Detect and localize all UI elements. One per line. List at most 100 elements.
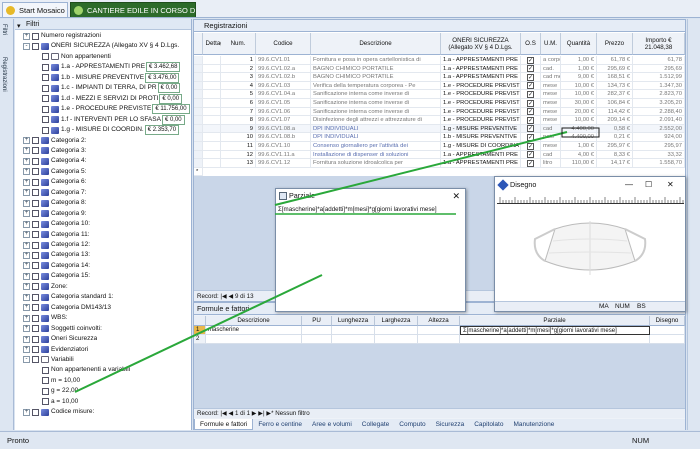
expand-icon[interactable]: -	[23, 356, 30, 364]
details-cell[interactable]	[203, 150, 221, 160]
formule-column-header[interactable]: PU	[302, 316, 332, 326]
tree-checkbox[interactable]	[32, 210, 39, 218]
tree-item[interactable]: 1.e - PROCEDURE PREVISTE € 11.756,00	[33, 104, 190, 115]
tree-checkbox[interactable]	[42, 377, 49, 385]
tree-item[interactable]: + Categoria 2:	[23, 136, 86, 146]
formule-len-cell[interactable]	[332, 326, 375, 335]
tree-checkbox[interactable]	[32, 293, 39, 301]
os-checkbox[interactable]: ✓	[527, 125, 534, 133]
expand-icon[interactable]: +	[23, 168, 30, 176]
tree-item[interactable]: + Categoria 8:	[23, 198, 86, 208]
tree-item[interactable]: + Categoria 3:	[23, 146, 86, 156]
tree-item[interactable]: - ONERI SICUREZZA (Allegato XV § 4 D.Lgs.	[23, 41, 179, 51]
side-regs-label[interactable]: Registrazioni	[1, 57, 7, 92]
table-row[interactable]: 13 99.6.CV1.12 Fornitura soluzione idroalc…	[194, 159, 685, 168]
row-selector[interactable]	[194, 81, 203, 91]
row-selector[interactable]	[194, 99, 203, 108]
expand-icon[interactable]: +	[23, 231, 30, 239]
formule-hei-cell[interactable]	[418, 326, 460, 335]
tree-checkbox[interactable]	[32, 346, 39, 353]
formule-column-header[interactable]: Descrizione	[206, 316, 302, 326]
expand-icon[interactable]: +	[23, 157, 30, 165]
tree-item[interactable]: + Categoria 9:	[23, 209, 86, 219]
tree-item[interactable]: + Categoria 11:	[23, 230, 90, 240]
tree-checkbox[interactable]	[32, 137, 39, 144]
row-selector[interactable]	[194, 159, 203, 168]
formule-column-header[interactable]: Larghezza	[375, 316, 418, 326]
formule-row-number[interactable]: 1	[194, 326, 206, 335]
details-cell[interactable]	[203, 56, 221, 65]
expand-icon[interactable]: +	[23, 199, 30, 207]
table-row[interactable]: 10 99.6.CV1.08.b DPI INDIVIDUALI 1.b - MISU…	[194, 133, 685, 142]
expand-icon[interactable]: +	[23, 137, 30, 144]
tree-checkbox[interactable]	[32, 251, 39, 259]
tree-item[interactable]: 1.g - MISURE DI COORDIN. € 2.353,70	[33, 125, 180, 136]
expand-icon[interactable]: +	[23, 241, 30, 249]
close-icon[interactable]: ✕	[452, 189, 460, 203]
formule-parziale-cell[interactable]: Σ[mascherine]*a[addetti]*m[mesi]*g[giorn…	[460, 326, 650, 335]
details-cell[interactable]	[203, 90, 221, 99]
details-cell[interactable]	[203, 124, 221, 134]
tree-checkbox[interactable]	[32, 325, 39, 333]
tree-checkbox[interactable]	[42, 53, 49, 61]
table-row[interactable]: 2 99.6.CV1.02.a BAGNO CHIMICO PORTATILE 1.a…	[194, 64, 685, 74]
tree-checkbox[interactable]	[32, 220, 39, 228]
tree-checkbox[interactable]	[42, 95, 49, 103]
tree-checkbox[interactable]	[42, 84, 49, 92]
expand-icon[interactable]: +	[23, 293, 30, 301]
row-selector[interactable]	[194, 73, 203, 82]
tree-item[interactable]: + Categoria 6:	[23, 177, 86, 187]
tab-start-mosaico[interactable]: Start Mosaico	[2, 2, 68, 17]
tree-item[interactable]: + Categoria 15:	[23, 271, 90, 281]
tree-item[interactable]: + Zone:	[23, 282, 68, 292]
row-selector[interactable]	[194, 124, 203, 134]
column-header[interactable]: Quantità	[561, 33, 597, 55]
expand-icon[interactable]: +	[23, 272, 30, 280]
column-header[interactable]: Descrizione	[311, 33, 441, 55]
formule-column-header[interactable]: Parziale	[460, 316, 650, 326]
tree-checkbox[interactable]	[42, 126, 49, 134]
tree-item[interactable]: + Categoria 12:	[23, 240, 90, 250]
table-row[interactable]: 7 99.6.CV1.06 Sanificazione interna come i…	[194, 107, 685, 117]
os-checkbox[interactable]: ✓	[527, 142, 534, 150]
tree-item[interactable]: Non appartenenti a variabili	[33, 365, 130, 375]
row-selector[interactable]	[194, 90, 203, 99]
tree-checkbox[interactable]	[32, 408, 39, 416]
os-checkbox[interactable]: ✓	[527, 159, 534, 167]
row-selector[interactable]	[194, 116, 203, 125]
os-checkbox[interactable]: ✓	[527, 116, 534, 124]
tree-item[interactable]: + Soggetti coinvolti:	[23, 324, 102, 334]
expand-icon[interactable]: +	[23, 251, 30, 259]
tree-item[interactable]: + Categoria 7:	[23, 188, 86, 198]
tree-checkbox[interactable]	[32, 356, 39, 364]
row-selector[interactable]	[194, 64, 203, 74]
column-header[interactable]: Codice	[256, 33, 311, 55]
os-checkbox[interactable]: ✓	[527, 65, 534, 73]
tree-item[interactable]: + Categoria 14:	[23, 261, 90, 271]
expand-icon[interactable]: +	[23, 210, 30, 218]
column-header[interactable]: ONERI SICUREZZA (Allegato XV § 4 D.Lgs.	[441, 33, 521, 55]
table-row[interactable]: 9 99.6.CV1.08.a DPI INDIVIDUALI 1.g - MISUR…	[194, 124, 685, 134]
expand-icon[interactable]: +	[23, 283, 30, 291]
tree-checkbox[interactable]	[32, 335, 39, 343]
tree-checkbox[interactable]	[42, 63, 49, 71]
formule-row-number[interactable]: 2	[194, 335, 206, 344]
tree-item[interactable]: + Categoria 13:	[23, 250, 90, 260]
tree-checkbox[interactable]	[42, 116, 49, 124]
tree-item[interactable]: + Categoria 10:	[23, 219, 90, 229]
formule-len-cell[interactable]	[332, 335, 375, 344]
tree-item[interactable]: 1.f - INTERVENTI PER LO SFASA € 0,00	[33, 114, 185, 125]
tree-item[interactable]: 1.b - MISURE PREVENTIVE € 3.476,00	[33, 72, 180, 83]
tree-checkbox[interactable]	[42, 387, 49, 395]
expand-icon[interactable]: +	[23, 314, 30, 322]
tree-checkbox[interactable]	[32, 241, 39, 249]
tree-item[interactable]: + Codice misure:	[23, 407, 94, 417]
formule-column-header[interactable]: Lunghezza	[332, 316, 375, 326]
maximize-icon[interactable]: ☐	[645, 177, 652, 192]
expand-icon[interactable]: +	[23, 325, 30, 333]
tree-checkbox[interactable]	[32, 283, 39, 291]
tree-item[interactable]: 1.d - MEZZI E SERVIZI DI PROTI € 0,00	[33, 93, 183, 104]
tree-item[interactable]: + WBS:	[23, 313, 68, 323]
tree-checkbox[interactable]	[32, 42, 39, 50]
details-cell[interactable]	[203, 133, 221, 142]
